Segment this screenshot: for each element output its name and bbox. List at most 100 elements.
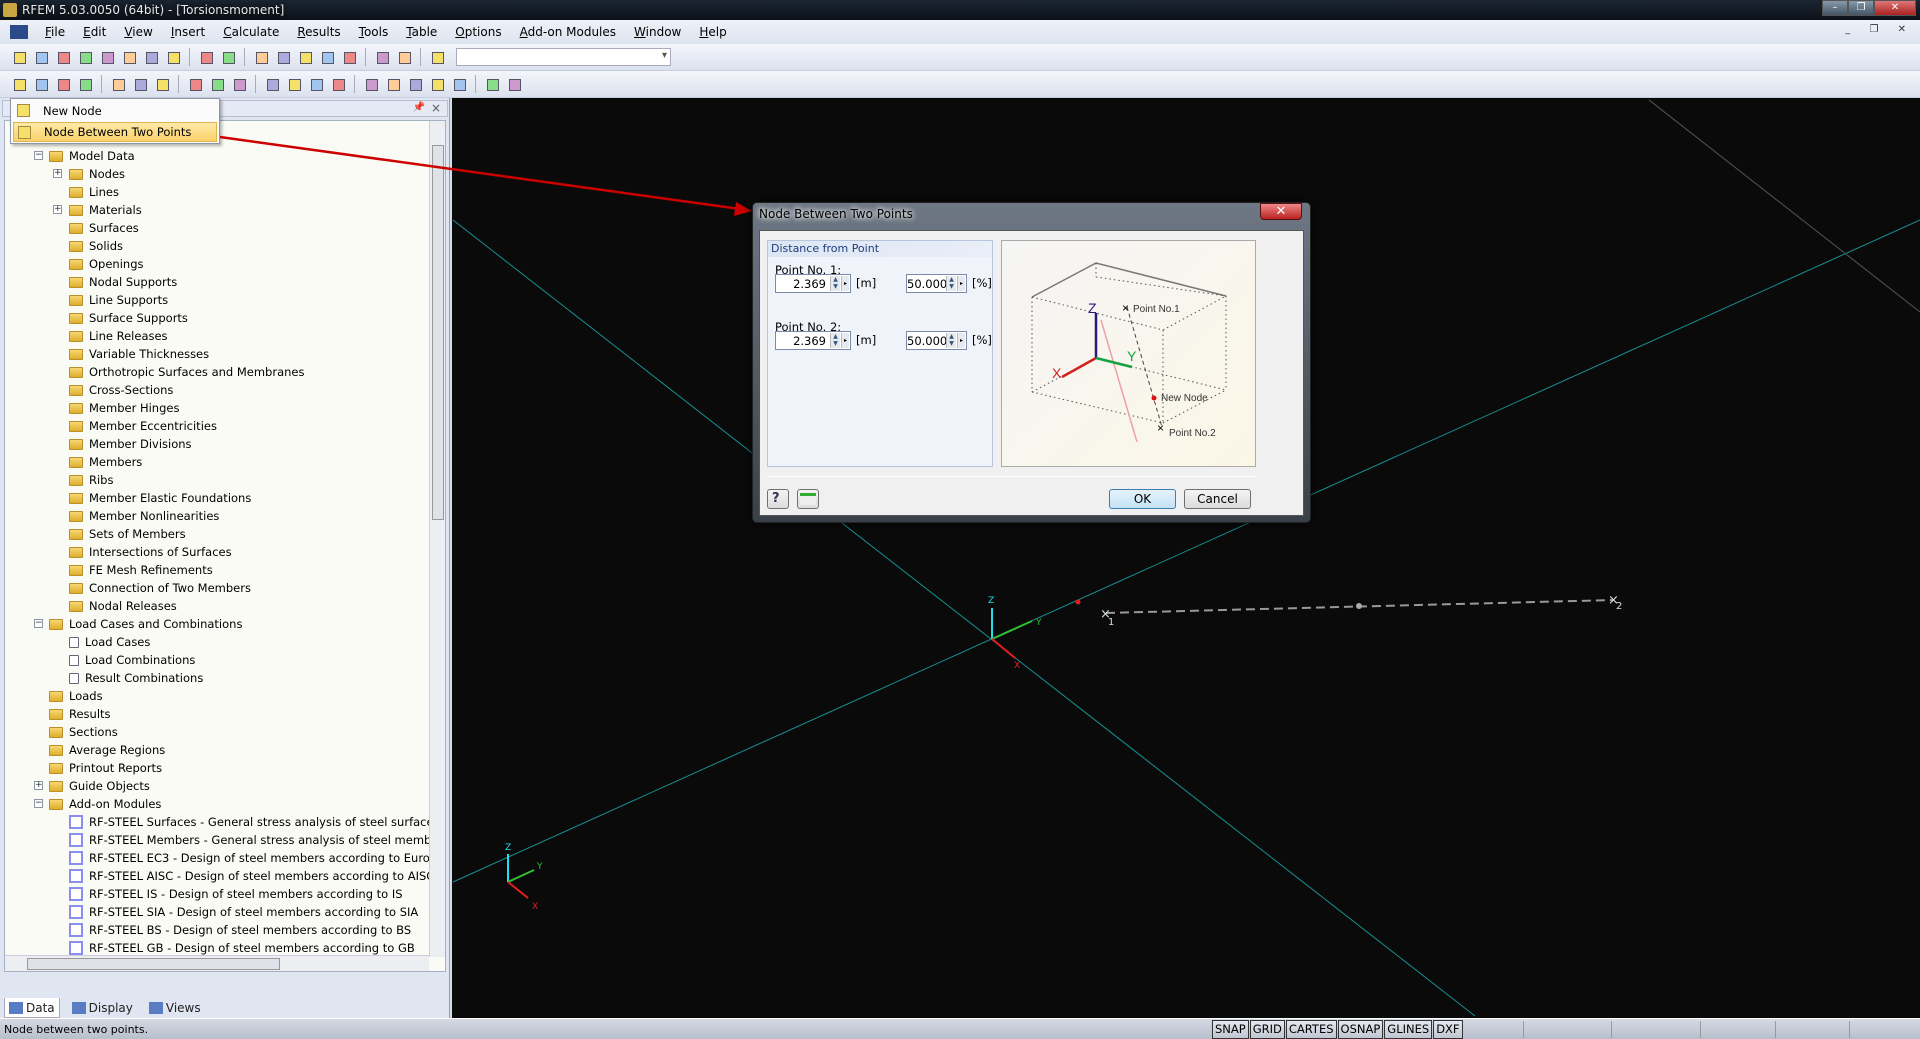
tree-item[interactable]: Lines xyxy=(69,183,119,201)
menu-help[interactable]: Help xyxy=(690,25,735,39)
close-panel-icon[interactable]: × xyxy=(431,101,441,115)
toggle-snap[interactable]: SNAP xyxy=(1212,1020,1249,1039)
print-preview-icon[interactable] xyxy=(164,48,182,66)
expand-icon[interactable]: + xyxy=(53,205,62,214)
tree-item[interactable]: RF-STEEL SIA - Design of steel members a… xyxy=(69,903,418,921)
tree-item[interactable]: Nodes xyxy=(69,165,125,183)
point1-percent-input[interactable]: 50.000 ▲ ▼ ▸ xyxy=(906,274,967,293)
point1-distance-input[interactable]: 2.369 ▲ ▼ ▸ xyxy=(775,274,851,293)
tree-item[interactable]: RF-STEEL EC3 - Design of steel members a… xyxy=(69,849,445,867)
hinge-icon[interactable] xyxy=(131,75,149,93)
tree-item[interactable]: Sections xyxy=(49,723,118,741)
dialog-close-button[interactable]: ✕ xyxy=(1260,203,1302,220)
tree-item[interactable]: RF-STEEL BS - Design of steel members ac… xyxy=(69,921,411,939)
load-surface-icon[interactable] xyxy=(307,75,325,93)
tree-item[interactable]: Nodal Supports xyxy=(69,273,177,291)
tree-item[interactable]: Printout Reports xyxy=(49,759,162,777)
spin-right-icon[interactable]: ▸ xyxy=(841,276,849,291)
menu-add-on-modules[interactable]: Add-on Modules xyxy=(511,25,625,39)
redo-icon[interactable] xyxy=(219,48,237,66)
tree-item[interactable]: FE Mesh Refinements xyxy=(69,561,213,579)
menu-options[interactable]: Options xyxy=(446,25,510,39)
scale-icon[interactable] xyxy=(450,75,468,93)
release-icon[interactable] xyxy=(153,75,171,93)
tree-item[interactable]: Variable Thicknesses xyxy=(69,345,209,363)
tree-item[interactable]: Guide Objects xyxy=(49,777,150,795)
tree-item[interactable]: Nodal Releases xyxy=(69,597,177,615)
new-node-icon[interactable] xyxy=(10,75,28,93)
support-icon[interactable] xyxy=(109,75,127,93)
tree-item[interactable]: Result Combinations xyxy=(69,669,203,687)
tab-data[interactable]: Data xyxy=(4,998,60,1018)
vertical-scrollbar[interactable] xyxy=(429,121,445,957)
tree-item[interactable]: Member Elastic Foundations xyxy=(69,489,251,507)
load-line-icon[interactable] xyxy=(285,75,303,93)
table2-icon[interactable] xyxy=(395,48,413,66)
copy-icon[interactable] xyxy=(384,75,402,93)
toggle-cartes[interactable]: CARTES xyxy=(1285,1020,1337,1039)
guide-icon[interactable] xyxy=(230,75,248,93)
tree-item[interactable]: Member Eccentricities xyxy=(69,417,217,435)
spin-right-icon[interactable]: ▸ xyxy=(841,333,849,348)
load-node-icon[interactable] xyxy=(263,75,281,93)
tree-item[interactable]: RF-STEEL Surfaces - General stress analy… xyxy=(69,813,440,831)
load-case-combo[interactable] xyxy=(456,48,671,66)
line-icon[interactable] xyxy=(32,75,50,93)
tree-item[interactable]: Connection of Two Members xyxy=(69,579,251,597)
point2-distance-input[interactable]: 2.369 ▲ ▼ ▸ xyxy=(775,331,851,350)
undo-icon[interactable] xyxy=(197,48,215,66)
dimension-icon[interactable] xyxy=(186,75,204,93)
cancel-button[interactable]: Cancel xyxy=(1184,489,1251,509)
open-icon[interactable] xyxy=(32,48,50,66)
select-icon[interactable] xyxy=(318,48,336,66)
archive-icon[interactable] xyxy=(54,48,72,66)
toggle-dxf[interactable]: DXF xyxy=(1433,1020,1463,1039)
tree-item[interactable]: Load Cases xyxy=(69,633,150,651)
menu-calculate[interactable]: Calculate xyxy=(214,25,288,39)
menu-file[interactable]: File xyxy=(36,25,74,39)
mirror-icon[interactable] xyxy=(428,75,446,93)
tree-item[interactable]: Orthotropic Surfaces and Membranes xyxy=(69,363,305,381)
tab-views[interactable]: Views xyxy=(145,998,205,1018)
coordinate-icon[interactable] xyxy=(208,75,226,93)
menu-view[interactable]: View xyxy=(115,25,161,39)
tree-item[interactable]: Surface Supports xyxy=(69,309,188,327)
tree-item[interactable]: RF-STEEL Members - General stress analys… xyxy=(69,831,445,849)
member-icon[interactable] xyxy=(54,75,72,93)
surface-icon[interactable] xyxy=(76,75,94,93)
toggle-osnap[interactable]: OSNAP xyxy=(1337,1020,1384,1039)
units-decimals-button[interactable] xyxy=(797,489,819,509)
pin-icon[interactable]: 📌 xyxy=(413,102,425,113)
tree-item[interactable]: Intersections of Surfaces xyxy=(69,543,232,561)
menu-window[interactable]: Window xyxy=(625,25,690,39)
tree-item[interactable]: Member Hinges xyxy=(69,399,179,417)
tree-item[interactable]: RF-STEEL AISC - Design of steel members … xyxy=(69,867,445,885)
tree-item[interactable]: Load Cases and Combinations xyxy=(49,615,242,633)
tree-item[interactable]: Member Nonlinearities xyxy=(69,507,219,525)
menu-insert[interactable]: Insert xyxy=(162,25,214,39)
spin-updown-icon[interactable]: ▲ ▼ xyxy=(946,276,956,291)
point2-percent-input[interactable]: 50.000 ▲ ▼ ▸ xyxy=(906,331,967,350)
tree-item[interactable]: Loads xyxy=(49,687,103,705)
rfem-logo-icon[interactable] xyxy=(10,25,28,39)
menu-table[interactable]: Table xyxy=(397,25,446,39)
tree-item[interactable]: Ribs xyxy=(69,471,113,489)
tree-item[interactable]: Average Regions xyxy=(49,741,165,759)
menu-item-new-node[interactable]: New Node xyxy=(13,101,217,121)
collapse-icon[interactable]: − xyxy=(34,619,43,628)
tree-item[interactable]: RF-STEEL IS - Design of steel members ac… xyxy=(69,885,403,903)
tree-item[interactable]: Solids xyxy=(69,237,123,255)
rotate-icon[interactable] xyxy=(406,75,424,93)
notes-icon[interactable] xyxy=(120,48,138,66)
save-icon[interactable] xyxy=(98,48,116,66)
tree-item[interactable]: Materials xyxy=(69,201,142,219)
zoom-icon[interactable] xyxy=(274,48,292,66)
collapse-icon[interactable]: − xyxy=(34,151,43,160)
windows-icon[interactable] xyxy=(340,48,358,66)
mdi-controls[interactable]: _ ❐ ✕ xyxy=(1845,24,1914,35)
menu-edit[interactable]: Edit xyxy=(74,25,115,39)
move-icon[interactable] xyxy=(362,75,380,93)
tree-item[interactable]: Members xyxy=(69,453,142,471)
new-file-icon[interactable] xyxy=(10,48,28,66)
expand-icon[interactable]: + xyxy=(53,169,62,178)
